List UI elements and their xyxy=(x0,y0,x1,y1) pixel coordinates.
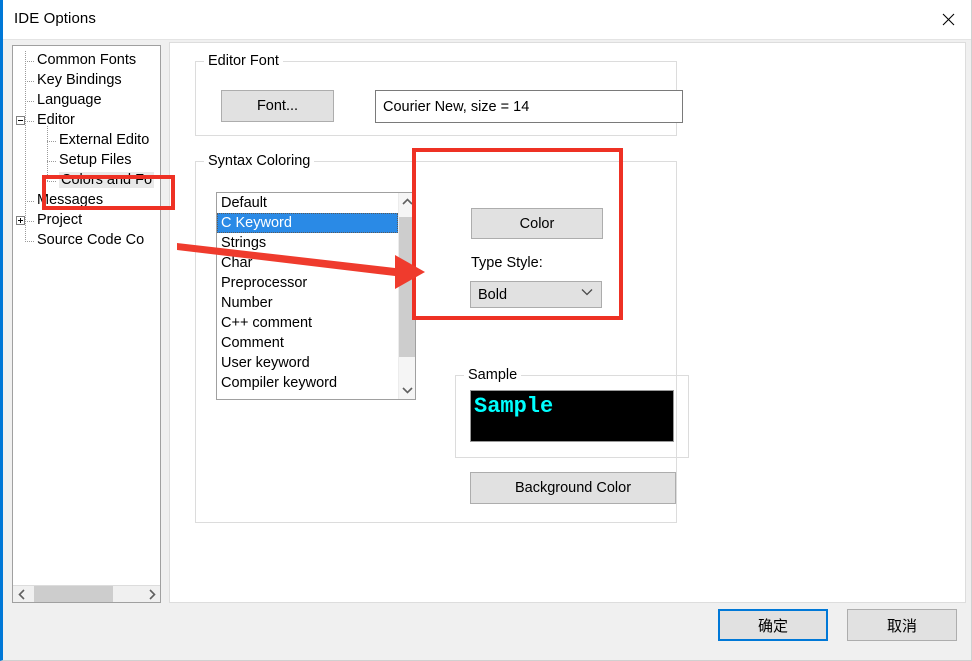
tree-connector xyxy=(47,181,56,182)
color-button[interactable]: Color xyxy=(471,208,603,239)
window-title: IDE Options xyxy=(14,10,96,27)
sample-preview: Sample xyxy=(470,390,674,442)
list-item[interactable]: Number xyxy=(217,293,398,313)
list-item[interactable]: C Keyword xyxy=(217,213,398,233)
tree-item-colors-and-fo[interactable]: Colors and Fo xyxy=(13,171,160,191)
chevron-down-icon xyxy=(581,287,593,299)
tree-item-label: Common Fonts xyxy=(37,52,137,68)
font-name-field[interactable]: Courier New, size = 14 xyxy=(375,90,683,123)
list-item[interactable]: Char xyxy=(217,253,398,273)
tree-item-label: Editor xyxy=(37,112,75,128)
tree-expand-icon[interactable] xyxy=(16,216,25,225)
tree-connector xyxy=(25,61,34,62)
list-item[interactable]: User keyword xyxy=(217,353,398,373)
tree-item-messages[interactable]: Messages xyxy=(13,191,160,211)
syntax-coloring-group-title: Syntax Coloring xyxy=(204,153,315,169)
tree-item-project[interactable]: Project xyxy=(13,211,160,231)
tree-item-editor[interactable]: Editor xyxy=(13,111,160,131)
tree-connector xyxy=(25,121,34,122)
tree-item-external-edito[interactable]: External Edito xyxy=(13,131,160,151)
chevron-down-icon[interactable] xyxy=(399,381,415,399)
sample-group: Sample Sample xyxy=(455,367,689,458)
tree-horizontal-scrollbar[interactable] xyxy=(13,585,160,602)
tree-item-label: Messages xyxy=(37,192,104,208)
tree-item-language[interactable]: Language xyxy=(13,91,160,111)
ide-options-dialog: IDE Options Common Fonts Key Bindings Lang… xyxy=(0,0,972,661)
sample-group-title: Sample xyxy=(464,367,522,383)
editor-font-group-title: Editor Font xyxy=(204,53,283,69)
syntax-element-listbox[interactable]: Default C Keyword Strings Char Preprocessor N… xyxy=(216,192,416,400)
tree-connector xyxy=(25,221,34,222)
tree-item-label: Source Code Co xyxy=(37,232,145,248)
sample-text: Sample xyxy=(474,394,554,419)
tree-item-setup-files[interactable]: Setup Files xyxy=(13,151,160,171)
tree-connector xyxy=(25,101,34,102)
background-color-button[interactable]: Background Color xyxy=(470,472,676,504)
list-item[interactable]: Default xyxy=(217,193,398,213)
type-style-select[interactable]: Bold xyxy=(470,281,602,308)
close-button[interactable] xyxy=(925,0,971,39)
syntax-element-list: Default C Keyword Strings Char Preprocessor N… xyxy=(217,193,398,393)
type-style-value: Bold xyxy=(478,286,508,303)
list-item[interactable]: Comment xyxy=(217,333,398,353)
ok-button[interactable]: 确定 xyxy=(718,609,828,641)
close-icon xyxy=(942,13,955,26)
chevron-right-icon[interactable] xyxy=(143,586,160,602)
list-item[interactable]: Compiler keyword xyxy=(217,373,398,393)
tree-connector xyxy=(25,201,34,202)
tree-item-label: Colors and Fo xyxy=(59,172,155,188)
cancel-button[interactable]: 取消 xyxy=(847,609,957,641)
list-item[interactable]: Preprocessor xyxy=(217,273,398,293)
list-item[interactable]: C++ comment xyxy=(217,313,398,333)
editor-font-group: Editor Font Font... Courier New, size = … xyxy=(195,53,683,136)
chevron-left-icon[interactable] xyxy=(13,586,30,602)
tree-item-label: Language xyxy=(37,92,102,108)
tree-item-common-fonts[interactable]: Common Fonts xyxy=(13,51,160,71)
tree-connector xyxy=(25,51,26,242)
tree-connector xyxy=(47,141,56,142)
chevron-up-icon[interactable] xyxy=(399,193,415,211)
title-bar: IDE Options xyxy=(3,0,971,40)
type-style-label: Type Style: xyxy=(471,255,543,271)
listbox-vscroll-thumb[interactable] xyxy=(399,217,415,357)
tree-item-label: Setup Files xyxy=(59,152,132,168)
tree-item-label: Project xyxy=(37,212,83,228)
listbox-vertical-scrollbar[interactable] xyxy=(398,193,415,399)
tree-item-label: Key Bindings xyxy=(37,72,122,88)
tree-hscroll-thumb[interactable] xyxy=(34,586,113,602)
content-panel: Editor Font Font... Courier New, size = … xyxy=(169,42,966,603)
settings-tree: Common Fonts Key Bindings Language Editor Ex… xyxy=(13,51,160,251)
list-item[interactable]: Strings xyxy=(217,233,398,253)
settings-tree-panel[interactable]: Common Fonts Key Bindings Language Editor Ex… xyxy=(12,45,161,603)
tree-collapse-icon[interactable] xyxy=(16,116,25,125)
syntax-coloring-group: Syntax Coloring Default C Keyword Strings C… xyxy=(195,153,689,523)
tree-item-key-bindings[interactable]: Key Bindings xyxy=(13,71,160,91)
tree-item-source-code-co[interactable]: Source Code Co xyxy=(13,231,160,251)
tree-connector xyxy=(47,126,48,182)
tree-connector xyxy=(25,81,34,82)
tree-connector xyxy=(47,161,56,162)
font-button[interactable]: Font... xyxy=(221,90,334,122)
tree-item-label: External Edito xyxy=(59,132,150,148)
tree-connector xyxy=(25,241,34,242)
